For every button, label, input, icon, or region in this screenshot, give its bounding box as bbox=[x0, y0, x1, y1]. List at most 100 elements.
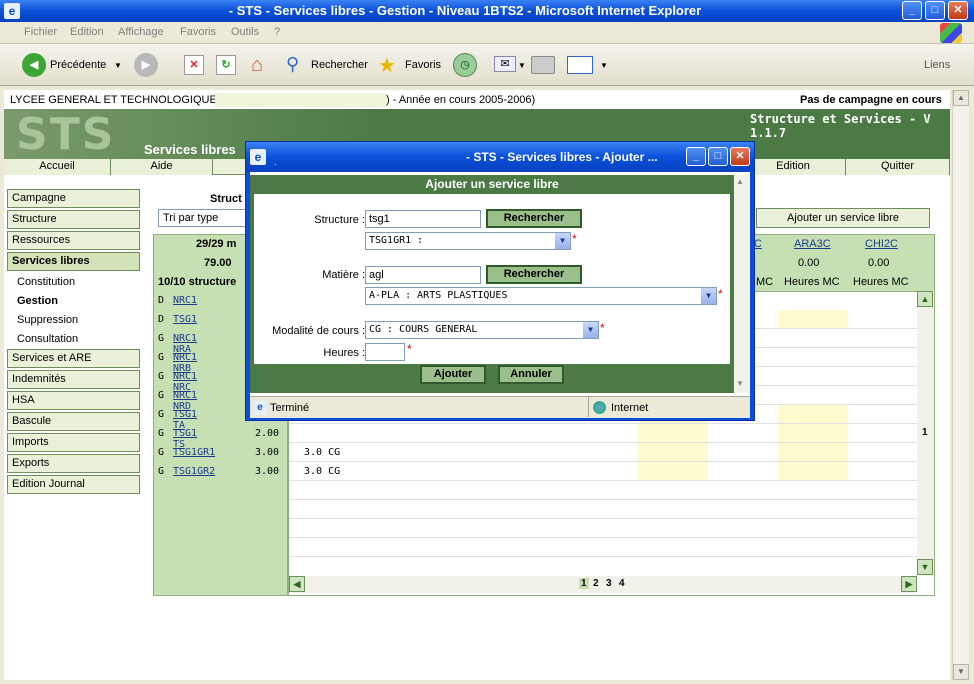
menu-edition[interactable]: Edition bbox=[70, 26, 104, 38]
col-header-chi2c[interactable]: CHI2C bbox=[865, 238, 898, 250]
links-label[interactable]: Liens bbox=[924, 59, 950, 71]
grid-scroll-left-icon[interactable]: ◀ bbox=[289, 576, 305, 592]
col-header-ara3c[interactable]: ARA3C bbox=[794, 238, 831, 250]
menu-affichage[interactable]: Affichage bbox=[118, 26, 164, 38]
refresh-icon[interactable]: ↻ bbox=[216, 55, 236, 75]
matiere-search-button[interactable]: Rechercher bbox=[486, 265, 582, 284]
dialog-titlebar: e . - STS - Services libres - Ajouter ..… bbox=[246, 142, 754, 172]
grid-hscroll[interactable]: ◀ 1 2 3 4 ▶ bbox=[289, 576, 917, 593]
row-name[interactable]: TSG1GR1 bbox=[173, 447, 215, 458]
dialog-close-button[interactable]: ✕ bbox=[730, 147, 750, 166]
nav-edition[interactable]: Edition bbox=[740, 159, 846, 175]
row-name[interactable]: NRC1 bbox=[173, 295, 197, 306]
sidebar-bascule[interactable]: Bascule bbox=[7, 412, 140, 431]
dialog-heading: Ajouter un service libre bbox=[425, 177, 559, 191]
back-dropdown-icon[interactable]: ▼ bbox=[114, 61, 122, 70]
scroll-up-icon[interactable]: ▲ bbox=[736, 177, 744, 186]
structure-select-value: TSG1GR1 : bbox=[369, 235, 424, 246]
minimize-button[interactable]: _ bbox=[902, 1, 922, 20]
menu-fichier[interactable]: Fichier bbox=[24, 26, 57, 38]
sidebar-ressources[interactable]: Ressources bbox=[7, 231, 140, 250]
heures-input[interactable] bbox=[365, 343, 405, 361]
chevron-down-icon[interactable]: ▼ bbox=[583, 322, 598, 338]
sublink-suppression[interactable]: Suppression bbox=[17, 314, 78, 326]
mail-dropdown-icon[interactable]: ▼ bbox=[518, 61, 526, 70]
sidebar-imports[interactable]: Imports bbox=[7, 433, 140, 452]
dialog-maximize-button[interactable]: □ bbox=[708, 147, 728, 166]
grid-row bbox=[289, 500, 917, 519]
dialog-minimize-button[interactable]: _ bbox=[686, 147, 706, 166]
chevron-down-icon[interactable]: ▼ bbox=[555, 233, 570, 249]
ie-icon: e bbox=[250, 149, 266, 165]
nav-quitter[interactable]: Quitter bbox=[846, 159, 950, 175]
structure-search-button[interactable]: Rechercher bbox=[486, 209, 582, 228]
grid-scroll-up-icon[interactable]: ▲ bbox=[917, 291, 933, 307]
grid-cell-value[interactable]: 3.0 CG bbox=[304, 466, 340, 477]
matiere-select[interactable]: A-PLA : ARTS PLASTIQUES ▼ bbox=[365, 287, 717, 305]
back-button[interactable]: Précédente bbox=[50, 59, 106, 71]
scroll-up-icon[interactable]: ▲ bbox=[953, 90, 969, 106]
print-icon[interactable] bbox=[531, 56, 555, 74]
menu-favoris[interactable]: Favoris bbox=[180, 26, 216, 38]
menu-outils[interactable]: Outils bbox=[231, 26, 259, 38]
scroll-down-icon[interactable]: ▼ bbox=[953, 664, 969, 680]
matiere-select-value: A-PLA : ARTS PLASTIQUES bbox=[369, 290, 508, 301]
page-3[interactable]: 3 bbox=[606, 578, 612, 589]
sidebar-exports[interactable]: Exports bbox=[7, 454, 140, 473]
sublink-constitution[interactable]: Constitution bbox=[17, 276, 75, 288]
total-value: 79.00 bbox=[204, 257, 232, 269]
grid-scroll-down-icon[interactable]: ▼ bbox=[917, 559, 933, 575]
dialog-statusbar: e Terminé Internet bbox=[250, 396, 750, 418]
edit-icon[interactable] bbox=[567, 56, 593, 74]
nav-aide[interactable]: Aide bbox=[111, 159, 213, 175]
main-scrollbar[interactable]: ▲ ▼ bbox=[952, 90, 969, 680]
ajouter-button[interactable]: Ajouter bbox=[420, 365, 486, 384]
sidebar-structure[interactable]: Structure bbox=[7, 210, 140, 229]
stop-icon[interactable]: ✕ bbox=[184, 55, 204, 75]
page-4[interactable]: 4 bbox=[619, 578, 625, 589]
row-name[interactable]: TSG1 bbox=[173, 314, 197, 325]
favorites-star-icon[interactable]: ★ bbox=[378, 53, 402, 77]
history-icon[interactable]: ◷ bbox=[453, 53, 477, 77]
grid-row bbox=[289, 481, 917, 500]
edit-dropdown-icon[interactable]: ▼ bbox=[600, 61, 608, 70]
matiere-input[interactable]: agl bbox=[365, 266, 481, 284]
close-button[interactable]: ✕ bbox=[948, 1, 968, 20]
sidebar-campagne[interactable]: Campagne bbox=[7, 189, 140, 208]
sidebar-services-are[interactable]: Services et ARE bbox=[7, 349, 140, 368]
home-icon[interactable]: ⌂ bbox=[245, 54, 269, 76]
col-header-c[interactable]: C bbox=[754, 238, 762, 250]
structure-input[interactable]: tsg1 bbox=[365, 210, 481, 228]
menu-help[interactable]: ? bbox=[274, 26, 280, 38]
row-name[interactable]: TSG1GR2 bbox=[173, 466, 215, 477]
back-arrow-icon[interactable]: ◀ bbox=[22, 53, 46, 77]
nav-accueil[interactable]: Accueil bbox=[4, 159, 111, 175]
grid-scroll-right-icon[interactable]: ▶ bbox=[901, 576, 917, 592]
maximize-button[interactable]: □ bbox=[925, 1, 945, 20]
page-2[interactable]: 2 bbox=[593, 578, 599, 589]
sublink-gestion[interactable]: Gestion bbox=[17, 295, 58, 307]
search-button[interactable]: Rechercher bbox=[311, 59, 368, 71]
add-service-button[interactable]: Ajouter un service libre bbox=[756, 208, 930, 228]
forward-arrow-icon[interactable]: ▶ bbox=[134, 53, 158, 77]
grid-vscroll[interactable]: ▲ 1 ▼ bbox=[917, 291, 934, 576]
dialog-scrollbar[interactable]: ▲ ▼ bbox=[734, 175, 750, 393]
sidebar-services-libres[interactable]: Services libres bbox=[7, 252, 140, 271]
annuler-button[interactable]: Annuler bbox=[498, 365, 564, 384]
row-type: G bbox=[158, 390, 165, 401]
sublink-consultation[interactable]: Consultation bbox=[17, 333, 78, 345]
modalite-label: Modalité de cours : bbox=[272, 325, 365, 337]
mail-icon[interactable]: ✉ bbox=[494, 56, 516, 72]
sort-select[interactable]: Tri par type bbox=[158, 209, 248, 227]
scroll-down-icon[interactable]: ▼ bbox=[736, 379, 744, 388]
search-icon[interactable]: ⚲ bbox=[286, 54, 308, 76]
favorites-button[interactable]: Favoris bbox=[405, 59, 441, 71]
sidebar-edition-journal[interactable]: Edition Journal bbox=[7, 475, 140, 494]
grid-cell-value[interactable]: 3.0 CG bbox=[304, 447, 340, 458]
sidebar-indemnites[interactable]: Indemnités bbox=[7, 370, 140, 389]
sidebar-hsa[interactable]: HSA bbox=[7, 391, 140, 410]
page-1[interactable]: 1 bbox=[579, 578, 589, 589]
modalite-select[interactable]: CG : COURS GENERAL ▼ bbox=[365, 321, 599, 339]
chevron-down-icon[interactable]: ▼ bbox=[701, 288, 716, 304]
structure-select[interactable]: TSG1GR1 : ▼ bbox=[365, 232, 571, 250]
